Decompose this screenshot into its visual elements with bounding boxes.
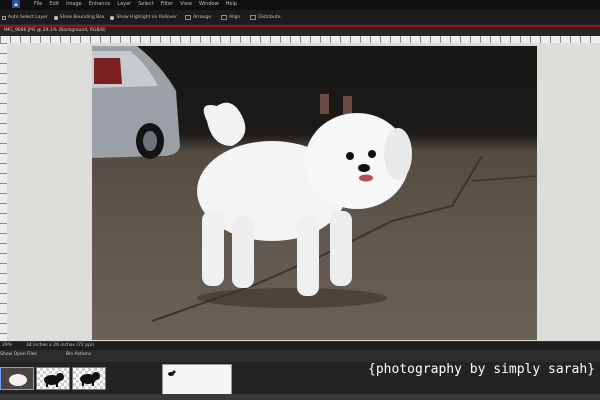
horizontal-ruler[interactable] (0, 36, 600, 43)
distribute-button[interactable]: Distribute (248, 15, 282, 20)
align-label: Align (229, 15, 241, 20)
dog-shadow (197, 288, 387, 308)
zoom-level[interactable]: 29% (2, 343, 12, 348)
document-size: 34 inches x 26 inches (72 ppi) (26, 343, 94, 348)
person-leg-right (343, 96, 352, 114)
document-image[interactable] (92, 46, 537, 340)
canvas-workspace[interactable] (7, 43, 600, 343)
car-rim (143, 131, 157, 151)
bin-actions-menu[interactable]: Bin Actions (66, 352, 91, 357)
show-highlight-option[interactable]: Show Highlight on Rollover (110, 15, 177, 20)
menu-filter[interactable]: Filter (161, 0, 173, 10)
options-row: Auto Select Layer Show Bounding Box Show… (2, 13, 282, 22)
photo-thumbnail-image (1, 368, 33, 389)
project-bin-header: Show Open Files Bin Actions (0, 350, 600, 362)
show-highlight-label: Show Highlight on Rollover (116, 15, 178, 20)
align-icon (221, 15, 227, 20)
app-logo-icon[interactable] (12, 0, 20, 8)
align-button[interactable]: Align (219, 15, 242, 20)
pasteboard-left (7, 43, 92, 343)
show-highlight-checkbox[interactable] (110, 15, 115, 20)
bin-scrollbar[interactable] (0, 394, 600, 400)
vertical-ruler[interactable] (0, 43, 7, 343)
pavement-crack-2 (471, 175, 537, 182)
photo-thumbnail[interactable] (0, 367, 34, 390)
menu-file[interactable]: File (34, 0, 42, 10)
menu-edit[interactable]: Edit (49, 0, 59, 10)
show-files-dropdown[interactable]: Show Open Files (0, 352, 37, 357)
white-dog (197, 102, 412, 296)
person-leg-left (320, 94, 329, 114)
status-bar: 29% 34 inches x 26 inches (72 ppi) (0, 341, 600, 350)
menu-enhance[interactable]: Enhance (89, 0, 111, 10)
menu-help[interactable]: Help (226, 0, 237, 10)
document-tab-label: IMG_9666.JPG @ 29.1% (Background, RGB/8) (4, 28, 106, 33)
pasteboard-right (537, 43, 600, 343)
dog-photo-illustration (92, 46, 537, 322)
arrange-icon (185, 15, 192, 20)
menu-select[interactable]: Select (138, 0, 153, 10)
arrange-label: Arrange (193, 15, 211, 20)
distribute-icon (250, 15, 257, 20)
show-bounding-box-option[interactable]: Show Bounding Box (53, 15, 105, 20)
dog-silhouette-thumbnail-2[interactable] (72, 367, 106, 390)
arrange-button[interactable]: Arrange (183, 15, 213, 20)
menu-bar: File Edit Image Enhance Layer Select Fil… (0, 0, 600, 10)
auto-select-layer-checkbox[interactable] (2, 15, 6, 20)
car-taillight (94, 58, 122, 84)
dog-silhouette-icon-2 (80, 372, 100, 386)
menu-view[interactable]: View (180, 0, 192, 10)
menu-layer[interactable]: Layer (117, 0, 131, 10)
menu-items: File Edit Image Enhance Layer Select Fil… (34, 0, 237, 10)
show-bounding-box-label: Show Bounding Box (59, 15, 105, 20)
menu-window[interactable]: Window (199, 0, 219, 10)
tool-options-bar: Auto Select Layer Show Bounding Box Show… (0, 10, 600, 25)
dog-silhouette-icon (44, 373, 64, 387)
photographer-watermark: {photography by simply sarah} (368, 362, 595, 377)
menu-image[interactable]: Image (66, 0, 82, 10)
document-tab[interactable]: IMG_9666.JPG @ 29.1% (Background, RGB/8) (0, 27, 600, 36)
auto-select-layer-label: Auto Select Layer (8, 15, 48, 20)
auto-select-layer-option[interactable]: Auto Select Layer (2, 15, 48, 20)
distribute-label: Distribute (258, 15, 281, 20)
show-bounding-box-checkbox[interactable] (53, 15, 58, 20)
dog-silhouette-thumbnail[interactable] (36, 367, 70, 390)
